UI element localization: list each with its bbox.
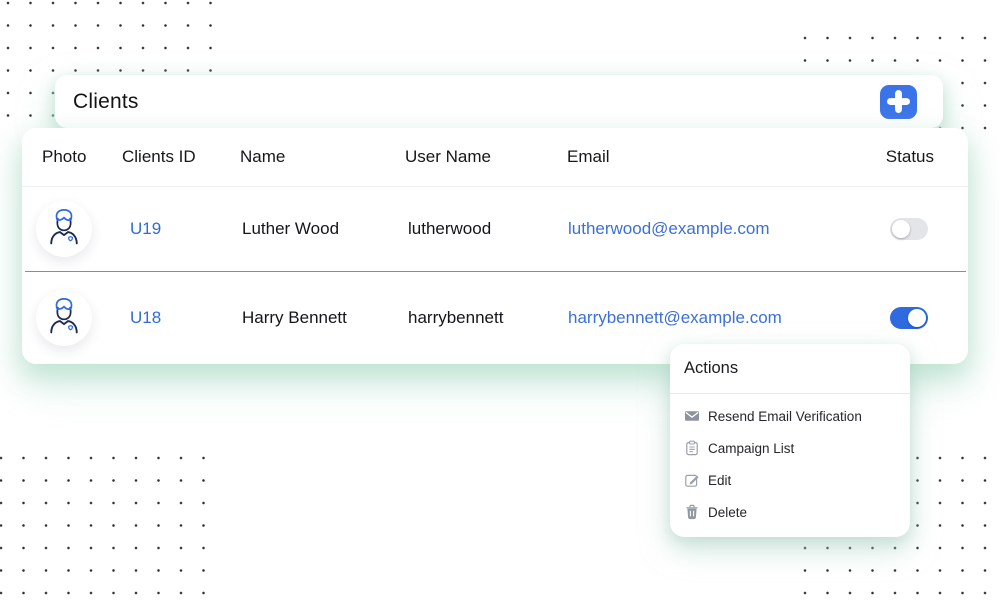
page-title: Clients: [73, 90, 139, 114]
toggle-knob: [908, 309, 926, 327]
clients-header-card: Clients: [55, 75, 943, 128]
menu-item-label: Campaign List: [708, 441, 794, 456]
menu-item-resend-email-verification[interactable]: Resend Email Verification: [670, 400, 910, 432]
person-avatar-icon: [41, 206, 87, 252]
client-name: Luther Wood: [242, 219, 339, 239]
trash-icon: [684, 504, 700, 520]
client-id-link[interactable]: U18: [130, 308, 161, 328]
client-photo: [36, 201, 92, 257]
plus-icon: [886, 89, 911, 114]
table-header-row: Photo Clients ID Name User Name Email St…: [22, 128, 968, 187]
column-header-user-name: User Name: [405, 147, 491, 167]
client-username: harrybennett: [408, 308, 503, 328]
column-header-status: Status: [886, 147, 934, 167]
menu-item-edit[interactable]: Edit: [670, 464, 910, 496]
dot-pattern-bottom-left: [0, 448, 213, 606]
edit-icon: [684, 472, 700, 488]
actions-menu: Actions Resend Email Verification: [670, 344, 910, 537]
client-id-link[interactable]: U19: [130, 219, 161, 239]
menu-item-label: Delete: [708, 505, 747, 520]
menu-item-campaign-list[interactable]: Campaign List: [670, 432, 910, 464]
client-username: lutherwood: [408, 219, 491, 239]
client-email-link[interactable]: lutherwood@example.com: [568, 219, 770, 239]
column-header-email: Email: [567, 147, 610, 167]
actions-menu-title: Actions: [670, 344, 910, 393]
column-header-photo: Photo: [42, 147, 86, 167]
table-row: U19 Luther Wood lutherwood lutherwood@ex…: [22, 187, 968, 271]
page-background: Clients Photo Clients ID Name User Name …: [0, 0, 1000, 614]
status-toggle[interactable]: [890, 307, 928, 329]
status-toggle[interactable]: [890, 218, 928, 240]
clipboard-list-icon: [684, 440, 700, 456]
column-header-name: Name: [240, 147, 285, 167]
menu-item-delete[interactable]: Delete: [670, 496, 910, 528]
actions-menu-list: Resend Email Verification Campaign List: [670, 394, 910, 528]
add-client-button[interactable]: [880, 85, 917, 119]
toggle-knob: [892, 220, 910, 238]
person-avatar-icon: [41, 295, 87, 341]
menu-item-label: Resend Email Verification: [708, 409, 862, 424]
client-photo: [36, 290, 92, 346]
envelope-icon: [684, 408, 700, 424]
client-name: Harry Bennett: [242, 308, 347, 328]
column-header-clients-id: Clients ID: [122, 147, 196, 167]
menu-item-label: Edit: [708, 473, 731, 488]
clients-table: Photo Clients ID Name User Name Email St…: [22, 128, 968, 364]
client-email-link[interactable]: harrybennett@example.com: [568, 308, 782, 328]
